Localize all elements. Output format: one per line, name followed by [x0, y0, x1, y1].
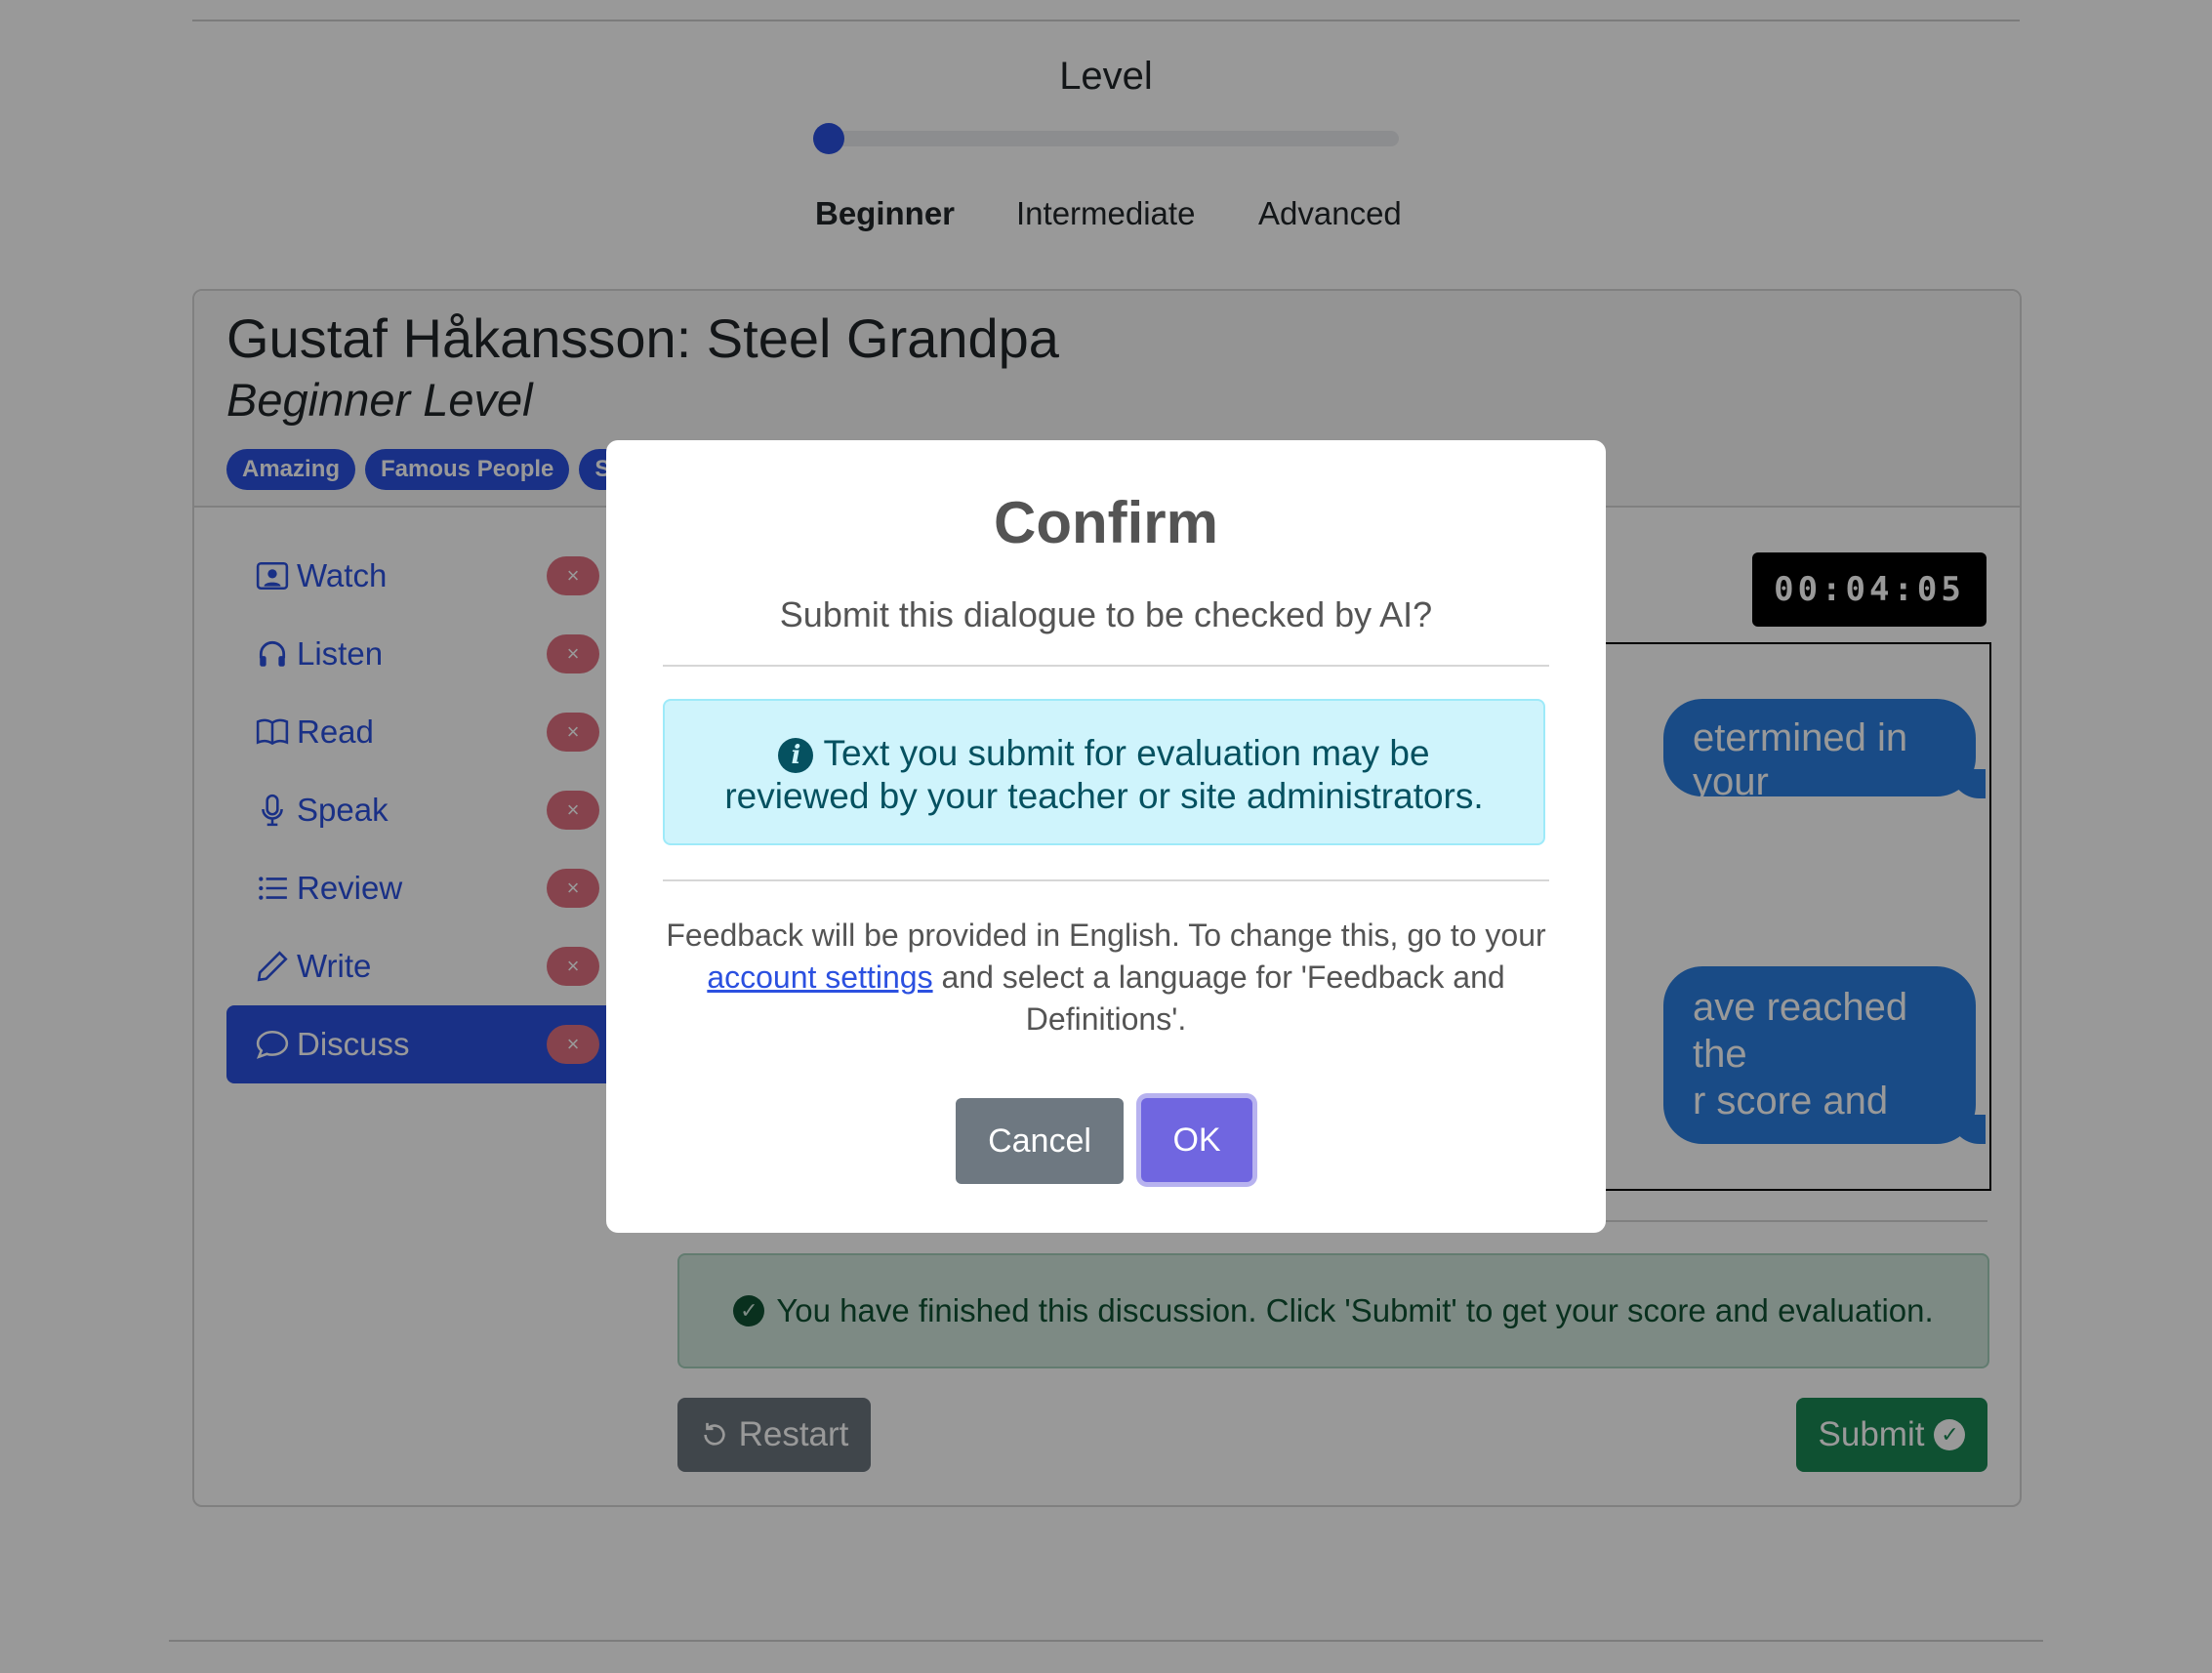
info-icon: i	[778, 738, 814, 773]
dialog-question: Submit this dialogue to be checked by AI…	[779, 594, 1433, 634]
account-settings-link[interactable]: account settings	[707, 959, 932, 995]
dialog-divider	[663, 879, 1549, 881]
feedback-note: Feedback will be provided in English. To…	[645, 915, 1567, 1041]
info-alert-text: Text you submit for evaluation may be re…	[724, 733, 1484, 816]
feedback-text-after: and select a language for 'Feedback and …	[932, 959, 1505, 1037]
cancel-button[interactable]: Cancel	[956, 1098, 1124, 1184]
info-alert: i Text you submit for evaluation may be r…	[663, 699, 1545, 845]
feedback-text-before: Feedback will be provided in English. To…	[666, 918, 1546, 953]
dialog-title: Confirm	[994, 490, 1218, 555]
confirm-dialog: Confirm Submit this dialogue to be check…	[606, 440, 1606, 1233]
ok-button[interactable]: OK	[1141, 1098, 1252, 1182]
dialog-divider	[663, 665, 1549, 667]
